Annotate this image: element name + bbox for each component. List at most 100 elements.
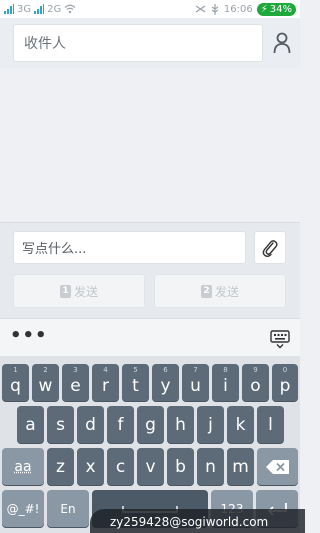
key-label: u bbox=[190, 375, 201, 396]
key-c[interactable]: c bbox=[107, 448, 134, 485]
keyboard: 1q 2w 3e 4r 5t 6y 7u 8i 9o 0p a s d f g … bbox=[0, 356, 300, 533]
keyboard-hide-icon[interactable] bbox=[270, 329, 290, 349]
key-t[interactable]: 5t bbox=[122, 364, 149, 401]
symbols-label: @_#! bbox=[6, 501, 40, 516]
key-hint: 5 bbox=[133, 366, 138, 374]
key-z[interactable]: z bbox=[47, 448, 74, 485]
key-p[interactable]: 0p bbox=[272, 364, 298, 401]
send-sim1-button[interactable]: 1 发送 bbox=[13, 274, 145, 308]
key-label: i bbox=[223, 375, 228, 396]
key-label: l bbox=[268, 414, 273, 435]
sim1-icon: 1 bbox=[59, 284, 71, 298]
key-label: s bbox=[56, 414, 65, 435]
key-label: o bbox=[250, 375, 261, 396]
key-f[interactable]: f bbox=[107, 406, 134, 443]
key-hint: 2 bbox=[43, 366, 48, 374]
key-y[interactable]: 6y bbox=[152, 364, 179, 401]
language-label: En bbox=[60, 501, 76, 516]
key-b[interactable]: b bbox=[167, 448, 194, 485]
key-label: f bbox=[117, 414, 124, 435]
language-key[interactable]: En bbox=[47, 490, 89, 527]
key-g[interactable]: g bbox=[137, 406, 164, 443]
key-o[interactable]: 9o bbox=[242, 364, 269, 401]
message-placeholder: 写点什么... bbox=[22, 242, 87, 257]
signal-icon bbox=[4, 4, 14, 14]
key-label: h bbox=[175, 414, 186, 435]
key-hint: 4 bbox=[103, 366, 108, 374]
sim2-icon: 2 bbox=[200, 284, 212, 298]
key-label: g bbox=[145, 414, 156, 435]
battery-indicator: ⚡ 34% bbox=[256, 2, 296, 16]
key-hint: 3 bbox=[73, 366, 78, 374]
key-i[interactable]: 8i bbox=[212, 364, 239, 401]
key-hint: 7 bbox=[193, 366, 198, 374]
message-input[interactable]: 写点什么... bbox=[13, 231, 246, 264]
key-d[interactable]: d bbox=[77, 406, 104, 443]
signal-icon bbox=[34, 4, 45, 14]
symbols-key[interactable]: @_#! bbox=[2, 490, 44, 527]
key-label: x bbox=[85, 456, 96, 477]
wifi-icon bbox=[64, 4, 76, 14]
key-label: d bbox=[85, 414, 96, 435]
key-k[interactable]: k bbox=[227, 406, 254, 443]
key-label: y bbox=[160, 375, 171, 396]
send-sim2-button[interactable]: 2 发送 bbox=[154, 274, 286, 308]
key-label: e bbox=[70, 375, 81, 396]
key-n[interactable]: n bbox=[197, 448, 224, 485]
key-v[interactable]: v bbox=[137, 448, 164, 485]
key-label: q bbox=[10, 375, 21, 396]
key-l[interactable]: l bbox=[257, 406, 284, 443]
keyboard-toolbar: ••• bbox=[0, 318, 300, 356]
key-label: r bbox=[102, 375, 109, 396]
compose-panel: 写点什么... 1 发送 2 发送 bbox=[0, 222, 300, 318]
mute-icon bbox=[195, 5, 206, 13]
key-w[interactable]: 2w bbox=[32, 364, 59, 401]
key-label: a bbox=[25, 414, 36, 435]
key-label: b bbox=[175, 456, 186, 477]
battery-percent: 34% bbox=[269, 3, 292, 15]
status-left: 3G 2G bbox=[4, 4, 76, 15]
key-label: n bbox=[205, 456, 216, 477]
key-s[interactable]: s bbox=[47, 406, 74, 443]
key-x[interactable]: x bbox=[77, 448, 104, 485]
shift-label: aa bbox=[14, 458, 32, 475]
attach-button[interactable] bbox=[254, 231, 286, 264]
key-u[interactable]: 7u bbox=[182, 364, 209, 401]
watermark-text: zy259428@sogiworld.com bbox=[110, 515, 269, 529]
charging-icon: ⚡ bbox=[260, 3, 268, 15]
recipient-row: 收件人 bbox=[0, 18, 300, 68]
recipient-input[interactable]: 收件人 bbox=[13, 24, 263, 62]
shift-key[interactable]: aa bbox=[2, 448, 44, 485]
message-area bbox=[0, 68, 300, 222]
clock: 16:06 bbox=[223, 3, 253, 15]
key-hint: 9 bbox=[253, 366, 258, 374]
key-label: c bbox=[115, 456, 126, 477]
key-q[interactable]: 1q bbox=[2, 364, 29, 401]
usb-icon bbox=[211, 3, 219, 15]
key-label: p bbox=[279, 375, 291, 396]
key-a[interactable]: a bbox=[17, 406, 44, 443]
key-label: t bbox=[132, 375, 139, 396]
watermark-overlay: zy259428@sogiworld.com bbox=[90, 509, 305, 533]
key-label: m bbox=[232, 456, 249, 477]
key-label: z bbox=[56, 456, 65, 477]
key-e[interactable]: 3e bbox=[62, 364, 89, 401]
key-label: k bbox=[235, 414, 246, 435]
key-m[interactable]: m bbox=[227, 448, 254, 485]
sim1-network-label: 3G bbox=[17, 3, 32, 15]
key-label: w bbox=[38, 375, 53, 396]
key-r[interactable]: 4r bbox=[92, 364, 119, 401]
recipient-placeholder: 收件人 bbox=[24, 36, 66, 52]
key-j[interactable]: j bbox=[197, 406, 224, 443]
backspace-key[interactable] bbox=[257, 448, 298, 485]
key-label: v bbox=[145, 456, 156, 477]
key-hint: 8 bbox=[223, 366, 228, 374]
add-contact-button[interactable] bbox=[268, 26, 296, 60]
sim2-network-label: 2G bbox=[47, 3, 62, 15]
person-icon bbox=[273, 32, 291, 54]
key-h[interactable]: h bbox=[167, 406, 194, 443]
status-bar: 3G 2G 16:06 ⚡ 34% bbox=[0, 0, 300, 18]
more-dots-icon[interactable]: ••• bbox=[10, 325, 48, 346]
key-hint: 1 bbox=[13, 366, 18, 374]
key-hint: 0 bbox=[282, 366, 288, 374]
